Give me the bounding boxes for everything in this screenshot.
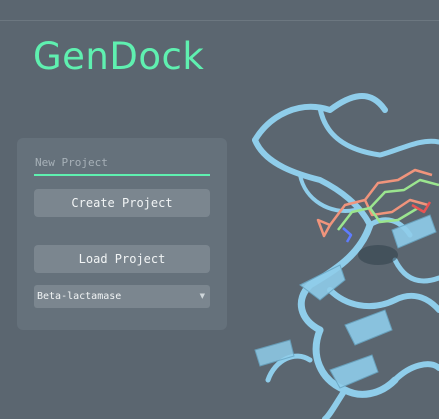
app-title: GenDock	[33, 35, 205, 78]
target-select-value: Beta-lactamase	[37, 291, 122, 302]
chevron-down-icon: ▼	[199, 292, 205, 300]
target-select[interactable]: Beta-lactamase ▼	[34, 285, 210, 308]
project-panel: Create Project Load Project Beta-lactama…	[17, 138, 227, 330]
load-project-button[interactable]: Load Project	[34, 245, 210, 273]
create-project-button[interactable]: Create Project	[34, 189, 210, 217]
new-project-input[interactable]	[34, 150, 210, 176]
